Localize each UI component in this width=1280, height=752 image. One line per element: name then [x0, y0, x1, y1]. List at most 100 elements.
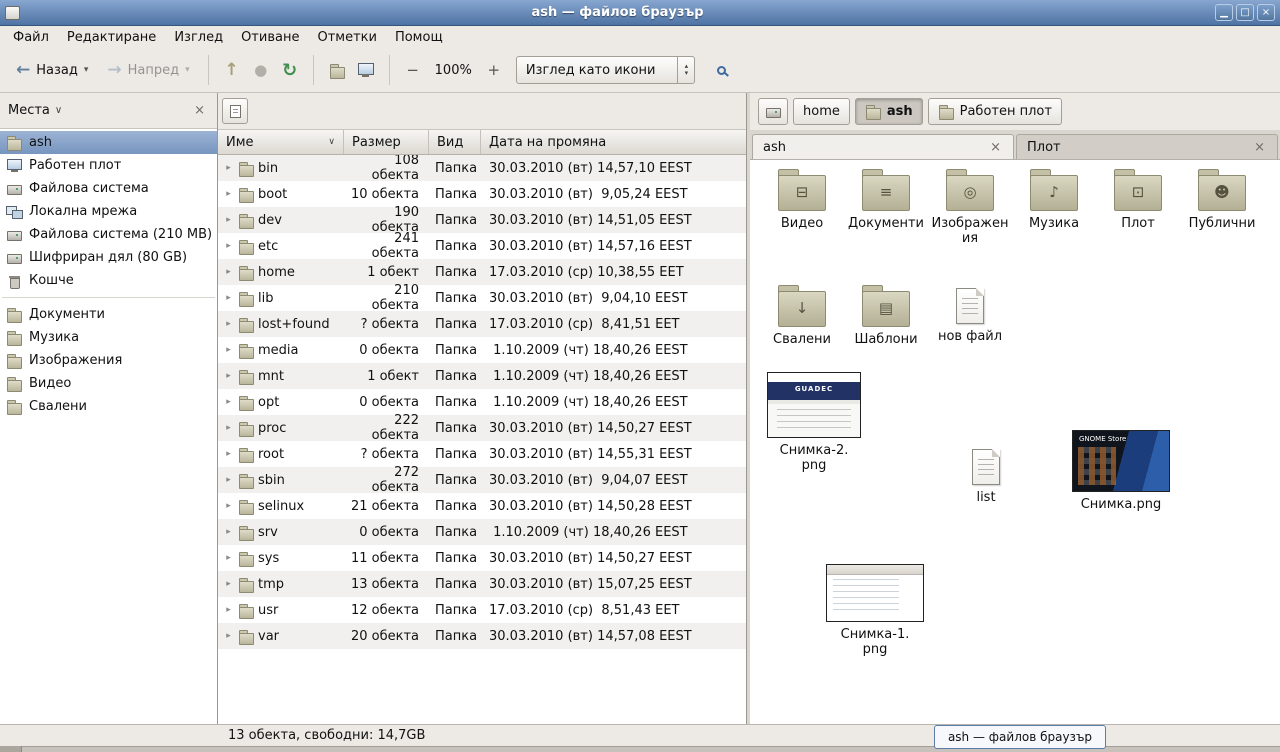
sidebar-item[interactable]: Кошче — [0, 269, 217, 292]
table-row[interactable]: ▸ home 1 обект Папка 17.03.2010 (ср) 10,… — [218, 259, 746, 285]
show-desktop-button[interactable] — [0, 746, 22, 752]
menu-item[interactable]: Отметки — [308, 28, 385, 47]
folder-icon-item[interactable]: ↓ Свалени — [760, 282, 844, 347]
expander-icon[interactable]: ▸ — [223, 163, 234, 173]
close-button[interactable]: × — [1257, 4, 1275, 21]
reload-button[interactable]: ↻ — [277, 57, 303, 83]
column-header-size[interactable]: Размер — [344, 130, 429, 154]
sidebar-bookmark-item[interactable]: Музика — [0, 326, 217, 349]
tab[interactable]: ash × — [752, 134, 1014, 159]
icon-canvas[interactable]: ⊟ Видео ≡ Документи ◎ Изображен ия — [750, 160, 1280, 724]
menu-item[interactable]: Помощ — [386, 28, 452, 47]
column-header-type[interactable]: Вид — [429, 130, 481, 154]
search-button[interactable] — [708, 57, 734, 83]
sidebar-bookmark-item[interactable]: Документи — [0, 303, 217, 326]
sidebar-item[interactable]: Файлова система — [0, 177, 217, 200]
table-row[interactable]: ▸ bin 108 обекта Папка 30.03.2010 (вт) 1… — [218, 155, 746, 181]
table-row[interactable]: ▸ media 0 обекта Папка 1.10.2009 (чт) 18… — [218, 337, 746, 363]
folder-icon-item[interactable]: ⊟ Видео — [760, 166, 844, 246]
expander-icon[interactable]: ▸ — [223, 345, 234, 355]
path-button[interactable]: home — [793, 98, 850, 125]
zoom-out-button[interactable]: − — [400, 57, 426, 83]
titlebar[interactable]: ash — файлов браузър ▁ □ × — [0, 0, 1280, 26]
expander-icon[interactable]: ▸ — [223, 319, 234, 329]
table-row[interactable]: ▸ selinux 21 обекта Папка 30.03.2010 (вт… — [218, 493, 746, 519]
file-icon-item[interactable]: list — [946, 443, 1026, 505]
pane-location-button[interactable] — [222, 98, 248, 124]
table-row[interactable]: ▸ opt 0 обекта Папка 1.10.2009 (чт) 18,4… — [218, 389, 746, 415]
expander-icon[interactable]: ▸ — [223, 605, 234, 615]
tab[interactable]: Плот × — [1016, 134, 1278, 159]
file-icon-item[interactable]: GUADEC Снимка-2. png — [764, 372, 864, 473]
tab-close-icon[interactable]: × — [1252, 140, 1267, 155]
expander-icon[interactable]: ▸ — [223, 189, 234, 199]
menu-item[interactable]: Изглед — [165, 28, 232, 47]
column-header-date[interactable]: Дата на промяна — [481, 130, 746, 154]
folder-icon-item[interactable]: ⊡ Плот — [1096, 166, 1180, 246]
view-mode-combo[interactable]: Изглед като икони ▴ ▾ — [516, 56, 696, 84]
sidebar-item[interactable]: ash — [0, 131, 217, 154]
table-row[interactable]: ▸ proc 222 обекта Папка 30.03.2010 (вт) … — [218, 415, 746, 441]
expander-icon[interactable]: ▸ — [223, 215, 234, 225]
up-button[interactable]: ↑ — [219, 57, 245, 83]
expander-icon[interactable]: ▸ — [223, 501, 234, 511]
expander-icon[interactable]: ▸ — [223, 371, 234, 381]
table-row[interactable]: ▸ lib 210 обекта Папка 30.03.2010 (вт) 9… — [218, 285, 746, 311]
expander-icon[interactable]: ▸ — [223, 241, 234, 251]
file-icon-item[interactable]: GNOME Store Снимка.png — [1066, 430, 1176, 512]
expander-icon[interactable]: ▸ — [223, 527, 234, 537]
expander-icon[interactable]: ▸ — [223, 293, 234, 303]
table-row[interactable]: ▸ var 20 обекта Папка 30.03.2010 (вт) 14… — [218, 623, 746, 649]
expander-icon[interactable]: ▸ — [223, 553, 234, 563]
computer-button[interactable] — [353, 57, 379, 83]
sidebar-item[interactable]: Работен плот — [0, 154, 217, 177]
table-row[interactable]: ▸ mnt 1 обект Папка 1.10.2009 (чт) 18,40… — [218, 363, 746, 389]
table-row[interactable]: ▸ dev 190 обекта Папка 30.03.2010 (вт) 1… — [218, 207, 746, 233]
expander-icon[interactable]: ▸ — [223, 397, 234, 407]
table-row[interactable]: ▸ srv 0 обекта Папка 1.10.2009 (чт) 18,4… — [218, 519, 746, 545]
file-icon-item[interactable]: Снимка-1. png — [820, 564, 930, 657]
menu-item[interactable]: Файл — [4, 28, 58, 47]
table-row[interactable]: ▸ lost+found ? обекта Папка 17.03.2010 (… — [218, 311, 746, 337]
tab-close-icon[interactable]: × — [988, 140, 1003, 155]
zoom-in-button[interactable]: + — [481, 57, 507, 83]
back-button[interactable]: ← Назад ▾ — [8, 56, 96, 84]
table-row[interactable]: ▸ sys 11 обекта Папка 30.03.2010 (вт) 14… — [218, 545, 746, 571]
places-selector-icon[interactable]: ∨ — [55, 105, 62, 116]
sidebar-item[interactable]: Шифриран дял (80 GB) — [0, 246, 217, 269]
minimize-button[interactable]: ▁ — [1215, 4, 1233, 21]
menu-item[interactable]: Редактиране — [58, 28, 165, 47]
table-row[interactable]: ▸ tmp 13 обекта Папка 30.03.2010 (вт) 15… — [218, 571, 746, 597]
folder-icon-item[interactable]: ☻ Публични — [1180, 166, 1264, 246]
folder-icon-item[interactable]: ◎ Изображен ия — [928, 166, 1012, 246]
path-button[interactable]: ash — [855, 98, 923, 125]
maximize-button[interactable]: □ — [1236, 4, 1254, 21]
expander-icon[interactable]: ▸ — [223, 579, 234, 589]
sidebar-bookmark-item[interactable]: Свалени — [0, 395, 217, 418]
expander-icon[interactable]: ▸ — [223, 631, 234, 641]
folder-icon-item[interactable]: ▤ Шаблони — [844, 282, 928, 347]
taskbar-window-button[interactable]: ash — файлов браузър — [934, 725, 1106, 749]
table-row[interactable]: ▸ root ? обекта Папка 30.03.2010 (вт) 14… — [218, 441, 746, 467]
root-button[interactable] — [758, 98, 788, 125]
sidebar-bookmark-item[interactable]: Изображения — [0, 349, 217, 372]
folder-icon-item[interactable]: ≡ Документи — [844, 166, 928, 246]
home-button[interactable] — [324, 57, 350, 83]
folder-icon-item[interactable]: нов файл — [928, 282, 1012, 347]
expander-icon[interactable]: ▸ — [223, 423, 234, 433]
sidebar-item[interactable]: Локална мрежа — [0, 200, 217, 223]
path-button[interactable]: Работен плот — [928, 98, 1062, 125]
column-header-name[interactable]: Име ∨ — [218, 130, 344, 154]
combo-spin-icons[interactable]: ▴ ▾ — [677, 57, 694, 83]
forward-button[interactable]: → Напред ▾ — [99, 56, 197, 84]
expander-icon[interactable]: ▸ — [223, 475, 234, 485]
menu-item[interactable]: Отиване — [232, 28, 308, 47]
table-row[interactable]: ▸ usr 12 обекта Папка 17.03.2010 (ср) 8,… — [218, 597, 746, 623]
expander-icon[interactable]: ▸ — [223, 267, 234, 277]
table-row[interactable]: ▸ sbin 272 обекта Папка 30.03.2010 (вт) … — [218, 467, 746, 493]
table-row[interactable]: ▸ etc 241 обекта Папка 30.03.2010 (вт) 1… — [218, 233, 746, 259]
expander-icon[interactable]: ▸ — [223, 449, 234, 459]
table-row[interactable]: ▸ boot 10 обекта Папка 30.03.2010 (вт) 9… — [218, 181, 746, 207]
sidebar-close-button[interactable]: × — [190, 103, 209, 118]
sidebar-item[interactable]: Файлова система (210 MB) — [0, 223, 217, 246]
